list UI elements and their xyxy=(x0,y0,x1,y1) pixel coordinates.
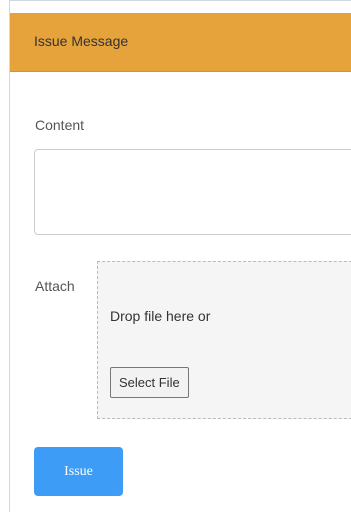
issue-message-panel: Issue Message Content Attach Drop file h… xyxy=(9,0,351,512)
dropzone-text: Drop file here or xyxy=(110,308,211,324)
attach-label: Attach xyxy=(35,278,75,294)
issue-button[interactable]: Issue xyxy=(34,447,123,496)
content-label: Content xyxy=(35,117,85,133)
file-dropzone[interactable]: Drop file here or Select File xyxy=(97,261,351,419)
select-file-button[interactable]: Select File xyxy=(110,367,189,398)
content-textarea[interactable] xyxy=(34,149,351,235)
panel-header: Issue Message xyxy=(10,13,351,72)
panel-title: Issue Message xyxy=(34,33,129,49)
